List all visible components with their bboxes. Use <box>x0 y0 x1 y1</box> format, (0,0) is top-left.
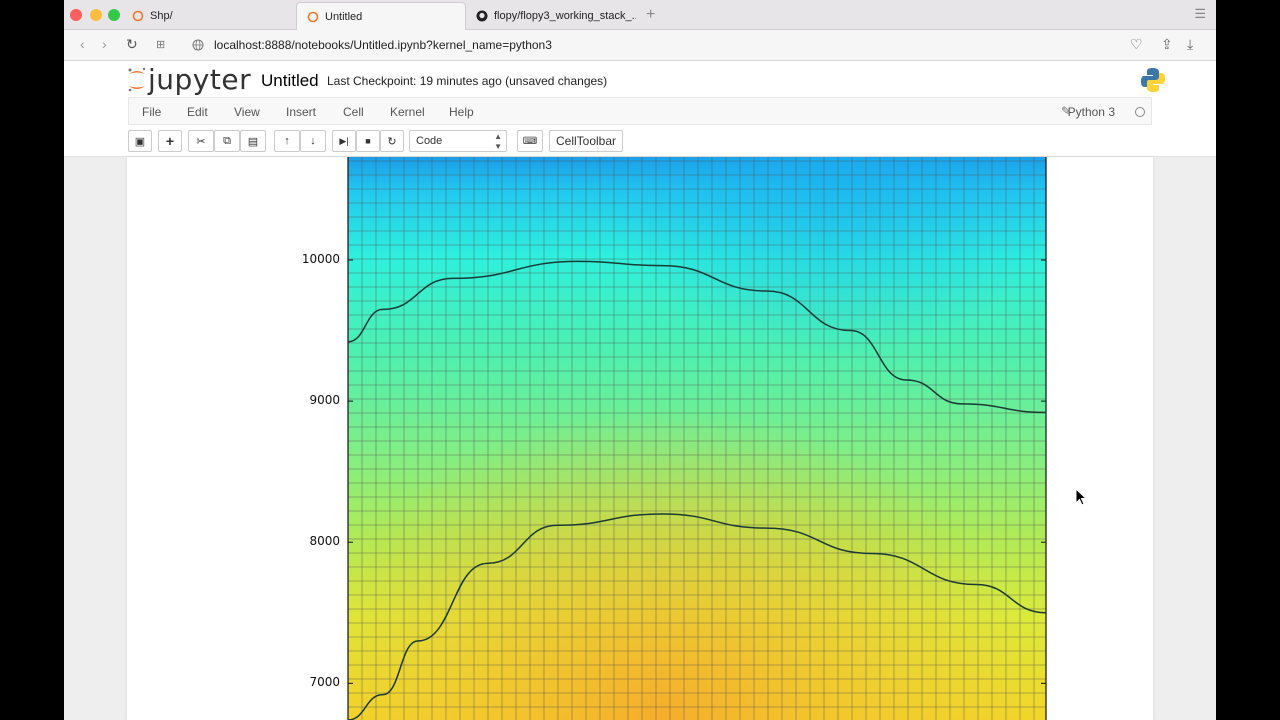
interrupt-kernel-button[interactable]: ■ <box>356 130 380 152</box>
move-up-button[interactable]: ↑ <box>274 130 300 152</box>
reload-icon[interactable]: ↻ <box>126 36 138 53</box>
tab-label: flopy/flopy3_working_stack_... <box>494 10 636 22</box>
menu-file[interactable]: File <box>142 105 161 119</box>
close-window-button[interactable] <box>70 9 82 21</box>
menu-edit[interactable]: Edit <box>187 105 208 119</box>
paste-cell-button[interactable]: ▤ <box>240 130 266 152</box>
cut-cell-button[interactable]: ✂ <box>188 130 214 152</box>
cell-type-value: Code <box>416 135 443 147</box>
minimize-window-button[interactable] <box>90 9 102 21</box>
logo-text: jupyter <box>148 63 252 96</box>
menu-cell[interactable]: Cell <box>343 105 364 119</box>
maximize-window-button[interactable] <box>108 9 120 21</box>
kernel-idle-indicator-icon <box>1135 107 1145 117</box>
jupyter-header: jupyter Untitled Last Checkpoint: 19 min… <box>64 61 1216 157</box>
notebook-page: 10000 9000 8000 7000 <box>127 157 1153 720</box>
menu-view[interactable]: View <box>234 105 260 119</box>
github-icon <box>476 10 488 22</box>
checkpoint-status: Last Checkpoint: 19 minutes ago (unsaved… <box>327 74 608 88</box>
heart-icon[interactable]: ♡ <box>1130 36 1143 53</box>
plus-icon: + <box>165 133 175 149</box>
copy-cell-button[interactable]: ⧉ <box>214 130 240 152</box>
grid-view-icon[interactable]: ⊞ <box>156 38 165 51</box>
save-button[interactable]: ▣ <box>128 130 152 152</box>
browser-window: Shp/ Untitled flopy/flopy3_working_stack… <box>64 0 1216 720</box>
select-arrows-icon: ▲ ▼ <box>494 132 502 151</box>
jupyter-logo-icon <box>128 67 146 91</box>
menu-insert[interactable]: Insert <box>286 105 316 119</box>
restart-kernel-button[interactable]: ↻ <box>380 130 404 152</box>
tab-menu-icon[interactable]: ☰ <box>1194 6 1206 22</box>
kernel-name[interactable]: Python 3 <box>1068 105 1115 119</box>
back-arrow-icon[interactable]: ‹ <box>80 36 85 52</box>
globe-icon <box>192 39 204 51</box>
move-down-button[interactable]: ↓ <box>300 130 326 152</box>
address-bar[interactable]: localhost:8888/notebooks/Untitled.ipynb?… <box>192 34 1152 56</box>
tab-bar: Shp/ Untitled flopy/flopy3_working_stack… <box>64 0 1216 30</box>
save-icon: ▣ <box>134 135 146 148</box>
arrow-down-icon: ↓ <box>310 135 316 147</box>
cell-type-select[interactable]: Code ▲ ▼ <box>409 130 507 152</box>
download-icon[interactable]: ⤓ <box>1187 36 1193 53</box>
celltoolbar-button[interactable]: CellToolbar <box>549 130 623 152</box>
jupyter-icon <box>132 10 144 22</box>
jupyter-logo[interactable]: jupyter <box>126 63 251 96</box>
run-cell-button[interactable]: ▶| <box>332 130 356 152</box>
tab-label: Shp/ <box>150 10 173 22</box>
share-icon[interactable]: ⇪ <box>1161 36 1173 53</box>
step-forward-icon: ▶| <box>339 135 349 146</box>
insert-cell-button[interactable]: + <box>158 130 182 152</box>
scissors-icon: ✂ <box>196 135 206 148</box>
url-text: localhost:8888/notebooks/Untitled.ipynb?… <box>214 38 552 52</box>
heatmap-field <box>348 157 1046 720</box>
jupyter-icon <box>307 11 319 22</box>
keyboard-icon: ⌨ <box>522 135 538 147</box>
navigation-bar: ‹ › ↻ ⊞ localhost:8888/notebooks/Untitle… <box>64 30 1216 61</box>
tab-github-flopy[interactable]: flopy/flopy3_working_stack_... <box>466 2 636 30</box>
stop-icon: ■ <box>365 136 371 146</box>
mouse-cursor-icon <box>1075 488 1088 506</box>
menu-kernel[interactable]: Kernel <box>390 105 425 119</box>
python-logo-icon <box>1140 67 1166 98</box>
tab-shp[interactable]: Shp/ <box>122 2 292 30</box>
celltoolbar-label: CellToolbar <box>555 134 617 148</box>
notebook-area: 10000 9000 8000 7000 <box>64 157 1216 720</box>
heatmap-plot <box>347 157 1047 720</box>
tab-untitled[interactable]: Untitled <box>296 2 466 30</box>
paste-icon: ▤ <box>247 135 259 148</box>
tab-label: Untitled <box>325 10 363 23</box>
menu-help[interactable]: Help <box>449 105 474 119</box>
menu-bar: File Edit View Insert Cell Kernel Help ✎… <box>128 97 1152 125</box>
refresh-icon: ↻ <box>387 135 397 148</box>
notebook-name[interactable]: Untitled <box>261 71 319 91</box>
command-palette-button[interactable]: ⌨ <box>517 130 543 152</box>
forward-arrow-icon[interactable]: › <box>102 36 107 52</box>
arrow-up-icon: ↑ <box>284 135 290 147</box>
copy-icon: ⧉ <box>223 134 231 147</box>
new-tab-plus-icon[interactable]: + <box>646 6 655 24</box>
